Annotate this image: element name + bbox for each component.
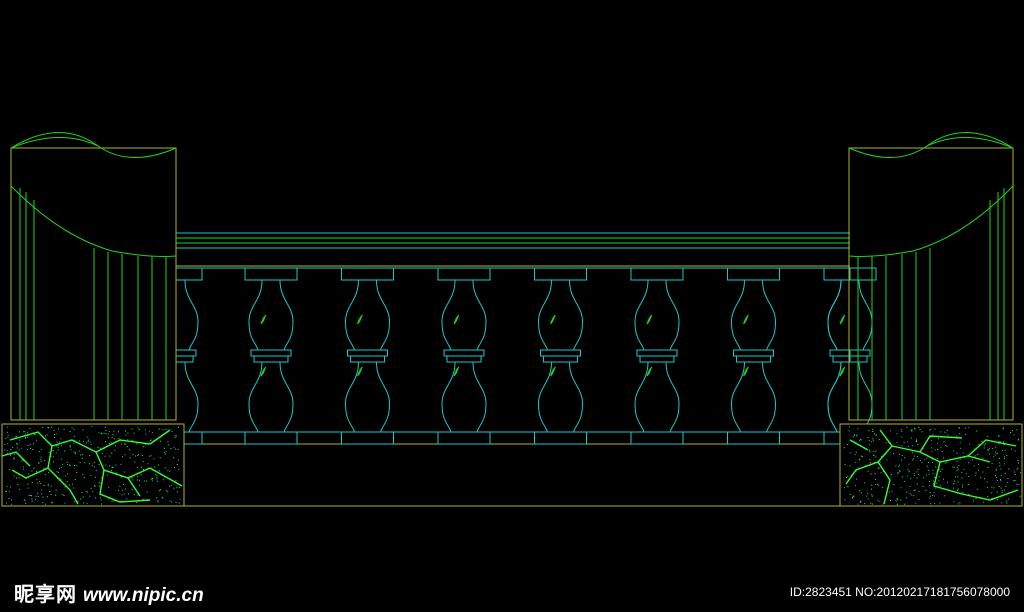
left-pillar [10, 132, 177, 421]
half-baluster [175, 267, 203, 445]
baluster [630, 267, 684, 445]
baluster [244, 267, 298, 445]
image-id-text: ID:2823451 NO:20120217181756078000 [789, 585, 1010, 599]
baluster-railing-elevation-drawing [1, 132, 1023, 507]
baluster [341, 267, 394, 445]
bottom-rail [176, 431, 850, 445]
watermark-site: www.nipic.cn [83, 585, 204, 606]
baluster [727, 267, 780, 445]
watermark-brand: 昵享网 [14, 582, 77, 606]
railing-plinth [183, 443, 841, 507]
baluster [437, 267, 491, 445]
watermark: 昵享网 www.nipic.cn [14, 578, 204, 607]
baluster-row [175, 267, 877, 445]
right-marble-pedestal [839, 423, 1023, 507]
left-marble-pedestal [1, 423, 185, 507]
handrail [176, 232, 850, 269]
right-pillar [848, 132, 1014, 421]
half-baluster [823, 267, 851, 445]
baluster [534, 267, 587, 445]
